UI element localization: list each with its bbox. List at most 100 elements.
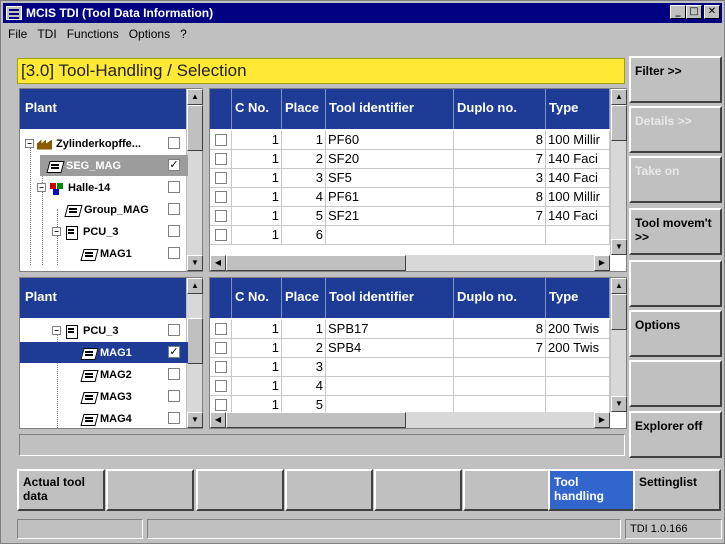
row-checkbox[interactable] [215, 210, 227, 222]
filter-button[interactable]: Filter >> [629, 56, 722, 103]
table-row[interactable]: 1 3 SF5 3 140 Faci [210, 169, 610, 188]
tree-checkbox[interactable] [168, 203, 180, 215]
settinglist-button[interactable]: Settinglist [633, 469, 721, 511]
tree-checkbox[interactable] [168, 390, 180, 402]
row-checkbox[interactable] [215, 229, 227, 241]
tree-checkbox[interactable] [168, 225, 180, 237]
tree-checkbox-checked[interactable]: ✓ [168, 346, 180, 358]
empty-hkey-3[interactable] [196, 469, 284, 511]
menu-tdi[interactable]: TDI [32, 27, 61, 41]
table-row[interactable]: 16 [210, 226, 610, 245]
row-checkbox[interactable] [215, 191, 227, 203]
tree-checkbox[interactable] [168, 324, 180, 336]
tree-item-pcu-3[interactable]: − PCU_3 [20, 221, 188, 242]
details-button[interactable]: Details >> [629, 106, 722, 153]
empty-softkey-5[interactable] [629, 260, 722, 307]
empty-hkey-6[interactable] [463, 469, 551, 511]
col-c-no[interactable]: C No. [232, 89, 282, 129]
col-duplo-no[interactable]: Duplo no. [454, 278, 546, 318]
collapse-icon[interactable]: − [37, 183, 46, 192]
tree-checkbox[interactable] [168, 368, 180, 380]
scroll-up-arrow-icon[interactable]: ▲ [187, 89, 203, 105]
scroll-down-arrow-icon[interactable]: ▼ [187, 412, 203, 428]
table-top-hscrollbar[interactable]: ◀ ▶ [210, 255, 610, 271]
tree-item-mag2[interactable]: MAG2 [20, 364, 188, 385]
col-tool-identifier[interactable]: Tool identifier [326, 89, 454, 129]
scroll-right-arrow-icon[interactable]: ▶ [594, 412, 610, 428]
tool-movement-button[interactable]: Tool movem't >> [629, 208, 722, 255]
options-button[interactable]: Options [629, 310, 722, 357]
collapse-icon[interactable]: − [52, 326, 61, 335]
tree-checkbox[interactable] [168, 181, 180, 193]
table-row[interactable]: 1 2 SF20 7 140 Faci [210, 150, 610, 169]
menu-options[interactable]: Options [124, 27, 175, 41]
col-duplo-no[interactable]: Duplo no. [454, 89, 546, 129]
table-row[interactable]: 1 4 PF61 8 100 Millir [210, 188, 610, 207]
minimize-button[interactable]: _ [670, 5, 686, 19]
table-bottom-vscrollbar[interactable]: ▲ ▼ [610, 278, 627, 412]
actual-tool-data-button[interactable]: Actual tool data [17, 469, 105, 511]
table-top-vscrollbar[interactable]: ▲ ▼ [610, 89, 627, 255]
collapse-icon[interactable]: − [25, 139, 34, 148]
table-row[interactable]: 1 1 PF60 8 100 Millir [210, 131, 610, 150]
tree-item-group-mag[interactable]: Group_MAG [20, 199, 188, 220]
close-button[interactable]: ✕ [704, 5, 720, 19]
tree-item-seg-mag[interactable]: SEG_MAG ✓ [40, 155, 188, 176]
menu-help[interactable]: ? [175, 27, 192, 41]
row-checkbox[interactable] [215, 134, 227, 146]
col-type[interactable]: Type [546, 278, 610, 318]
table-row[interactable]: 1 5 SF21 7 140 Faci [210, 207, 610, 226]
menu-functions[interactable]: Functions [62, 27, 124, 41]
tree-checkbox-checked[interactable]: ✓ [168, 159, 180, 171]
scroll-thumb[interactable] [187, 105, 203, 151]
col-place[interactable]: Place [282, 89, 326, 129]
title-bar[interactable]: MCIS TDI (Tool Data Information) _ □ ✕ [3, 3, 722, 23]
tree-item-mag1[interactable]: MAG1 [20, 243, 188, 264]
row-checkbox[interactable] [215, 153, 227, 165]
col-tool-identifier[interactable]: Tool identifier [326, 278, 454, 318]
scroll-down-arrow-icon[interactable]: ▼ [611, 396, 627, 412]
scroll-right-arrow-icon[interactable]: ▶ [594, 255, 610, 271]
menu-file[interactable]: File [3, 27, 32, 41]
table-bottom-hscrollbar[interactable]: ◀ ▶ [210, 412, 610, 428]
tree-item-mag1[interactable]: MAG1 ✓ [20, 342, 188, 363]
table-row[interactable]: 13 [210, 358, 610, 377]
scroll-down-arrow-icon[interactable]: ▼ [187, 255, 203, 271]
tree-item-mag4[interactable]: MAG4 [20, 408, 188, 429]
scroll-up-arrow-icon[interactable]: ▲ [187, 278, 203, 294]
col-type[interactable]: Type [546, 89, 610, 129]
table-row[interactable]: 14 [210, 377, 610, 396]
row-checkbox[interactable] [215, 361, 227, 373]
scroll-thumb[interactable] [187, 318, 203, 364]
scroll-left-arrow-icon[interactable]: ◀ [210, 412, 226, 428]
maximize-button[interactable]: □ [686, 5, 702, 19]
scroll-up-arrow-icon[interactable]: ▲ [611, 89, 627, 105]
empty-hkey-4[interactable] [285, 469, 373, 511]
scroll-thumb[interactable] [226, 412, 406, 428]
tree-item-pcu-3[interactable]: − PCU_3 [20, 320, 188, 341]
scroll-thumb[interactable] [226, 255, 406, 271]
tree-checkbox[interactable] [168, 247, 180, 259]
empty-hkey-5[interactable] [374, 469, 462, 511]
collapse-icon[interactable]: − [52, 227, 61, 236]
explorer-off-button[interactable]: Explorer off [629, 411, 722, 458]
plant-tree-bottom[interactable]: Plant ▲ ▼ − PCU_3 MAG1 ✓ MAG2 MAG3 MAG4 [19, 277, 203, 429]
row-checkbox[interactable] [215, 342, 227, 354]
table-row[interactable]: 1 1 SPB17 8 200 Twis [210, 320, 610, 339]
scroll-thumb[interactable] [611, 294, 627, 330]
scroll-down-arrow-icon[interactable]: ▼ [611, 239, 627, 255]
tree-top-scrollbar[interactable]: ▲ ▼ [186, 89, 203, 271]
row-checkbox[interactable] [215, 172, 227, 184]
tool-handling-button[interactable]: Tool handling [548, 469, 636, 511]
col-c-no[interactable]: C No. [232, 278, 282, 318]
scroll-up-arrow-icon[interactable]: ▲ [611, 278, 627, 294]
take-on-button[interactable]: Take on [629, 156, 722, 203]
tree-item-mag3[interactable]: MAG3 [20, 386, 188, 407]
empty-hkey-2[interactable] [106, 469, 194, 511]
plant-tree-top[interactable]: Plant ▲ ▼ − Zylinderkopffe... SEG_MAG ✓ … [19, 88, 203, 272]
col-place[interactable]: Place [282, 278, 326, 318]
scroll-thumb[interactable] [611, 105, 627, 141]
tool-table-top[interactable]: C No. Place Tool identifier Duplo no. Ty… [209, 88, 627, 272]
row-checkbox[interactable] [215, 399, 227, 411]
scroll-left-arrow-icon[interactable]: ◀ [210, 255, 226, 271]
